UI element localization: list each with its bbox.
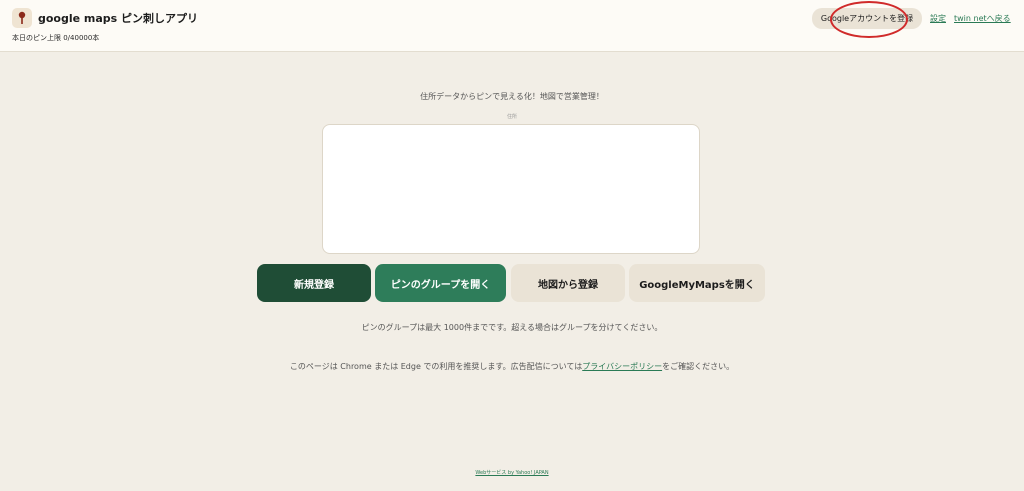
pin-icon [12,8,32,28]
group-limit-note: ピンのグループは最大 1000件までです。超える場合はグループを分けてください。 [361,323,663,332]
open-google-mymaps-button[interactable]: GoogleMyMapsを開く [629,264,765,302]
new-registration-button[interactable]: 新規登録 [257,264,371,302]
app-title: google maps ピン刺しアプリ [38,12,199,25]
yahoo-credit-link[interactable]: Webサービス by Yahoo! JAPAN [475,470,548,476]
pin-icon-graphic [18,11,26,24]
notice-text-after: をご確認ください。 [662,362,735,371]
open-pin-group-button[interactable]: ピンのグループを開く [375,264,506,302]
privacy-policy-link[interactable]: プライバシーポリシー [582,362,662,371]
footer-credit: Webサービス by Yahoo! JAPAN [0,469,1024,476]
browser-notice: このページは Chrome または Edge での利用を推奨します。広告配信につ… [0,361,1024,372]
register-from-map-button[interactable]: 地図から登録 [511,264,625,302]
app-header: google maps ピン刺しアプリ 本日のピン上限 0/40000本 Goo… [0,0,1024,52]
page-tagline: 住所データからピンで見える化！地図で営業管理！ [420,92,604,101]
address-input[interactable] [322,124,700,254]
address-field-label: 住所 [506,114,517,120]
notice-text-before: このページは Chrome または Edge での利用を推奨します。広告配信につ… [289,362,583,371]
register-google-account-button[interactable]: Googleアカウントを登録 [812,8,922,29]
pin-count-status: 本日のピン上限 0/40000本 [12,34,100,42]
settings-link[interactable]: 設定 [930,13,946,24]
back-to-twin-net-link[interactable]: twin netへ戻る [954,13,1011,24]
